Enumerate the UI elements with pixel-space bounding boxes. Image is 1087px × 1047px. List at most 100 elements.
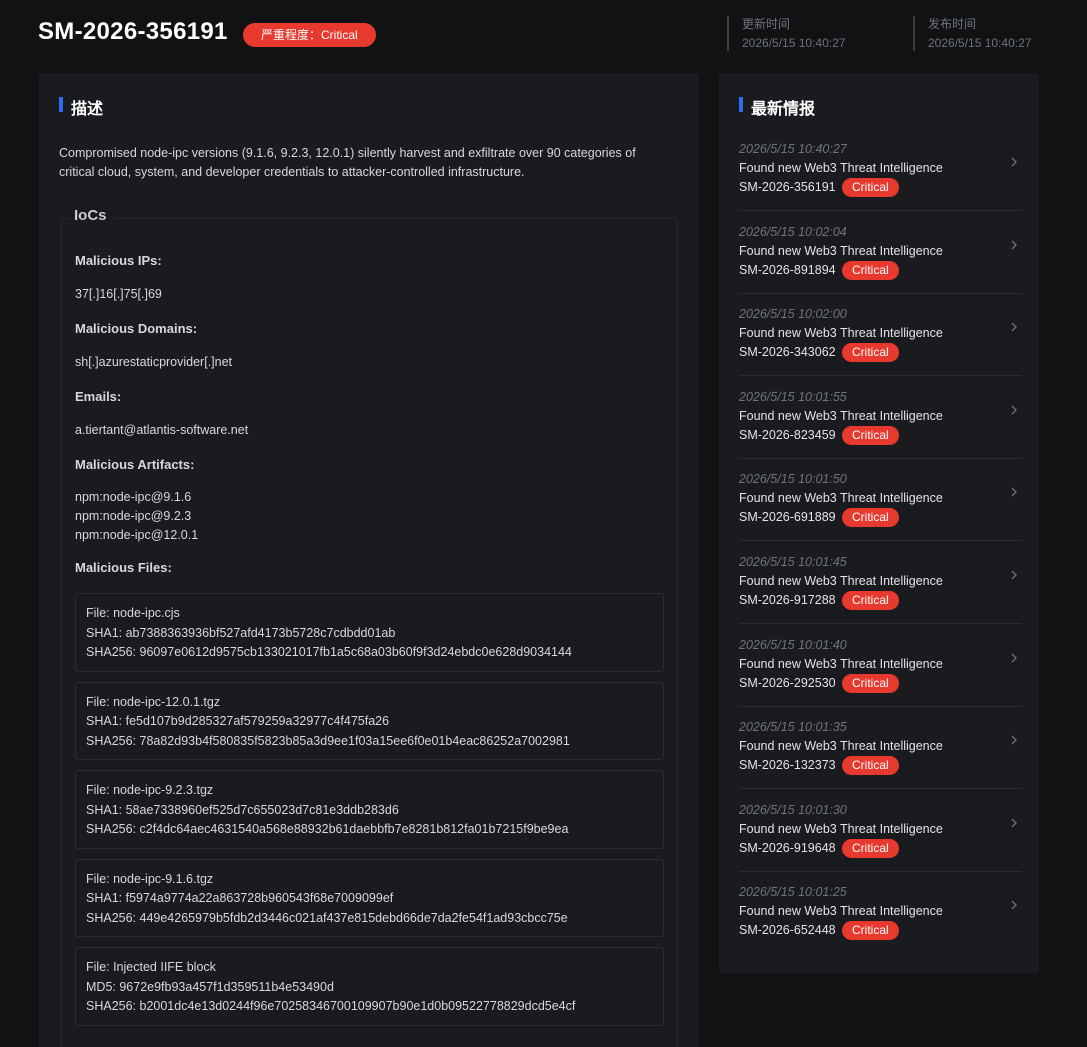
latest-item-text: Found new Web3 Threat Intelligence <box>739 491 943 506</box>
chevron-right-icon[interactable] <box>1008 404 1020 416</box>
updated-time: 更新时间 2026/5/15 10:40:27 <box>727 16 845 51</box>
latest-item-text: Found new Web3 Threat Intelligence <box>739 161 943 175</box>
chevron-right-icon[interactable] <box>1008 652 1020 664</box>
latest-item-badge: Critical <box>842 838 899 858</box>
file-hash[interactable]: SHA1: fe5d107b9d285327af579259a32977c4f4… <box>86 712 653 732</box>
file-card: File: node-ipc-9.2.3.tgz SHA1: 58ae73389… <box>75 770 664 849</box>
file-card: File: node-ipc-9.1.6.tgz SHA1: f5974a977… <box>75 858 664 937</box>
chevron-right-icon[interactable] <box>1008 239 1020 251</box>
file-hash[interactable]: MD5: 9672e9fb93a457f1d359511b4e53490d <box>86 978 653 998</box>
file-hash[interactable]: SHA256: 96097e0612d9575cb133021017fb1a5c… <box>86 643 653 663</box>
latest-item[interactable]: 2026/5/15 10:01:25 Found new Web3 Threat … <box>739 871 1022 954</box>
latest-item[interactable]: 2026/5/15 10:40:27 Found new Web3 Threat … <box>739 128 1022 211</box>
file-name: File: node-ipc.cjs <box>86 606 180 620</box>
file-card: File: node-ipc-12.0.1.tgz SHA1: fe5d107b… <box>75 681 664 760</box>
latest-item-badge: Critical <box>842 178 899 197</box>
description-text: Compromised node-ipc versions (9.1.6, 9.… <box>59 146 636 179</box>
latest-item-badge: Critical <box>842 260 899 280</box>
artifact-item[interactable]: npm:node-ipc@9.2.3 <box>75 507 665 526</box>
latest-item-time: 2026/5/15 10:01:25 <box>739 885 847 900</box>
latest-item-badge: Critical <box>842 591 899 610</box>
severity-value: Critical <box>321 28 358 42</box>
file-hash[interactable]: SHA1: f5974a9774a22a863728b960543f68e700… <box>86 889 653 909</box>
latest-item[interactable]: 2026/5/15 10:02:04 Found new Web3 Threat … <box>739 211 1022 294</box>
latest-item-id: SM-2026-891894 <box>739 262 836 277</box>
file-hash[interactable]: SHA1: 58ae7338960ef525d7c655023d7c81e3dd… <box>86 801 653 821</box>
latest-item[interactable]: 2026/5/15 10:01:45 Found new Web3 Threat … <box>739 541 1022 624</box>
latest-item-id: SM-2026-292530 <box>739 675 836 690</box>
severity-label: 严重程度： <box>261 28 322 42</box>
latest-item-time: 2026/5/15 10:01:40 <box>739 637 847 652</box>
latest-item-text: Found new Web3 Threat Intelligence <box>739 739 943 754</box>
artifacts-list: npm:node-ipc@9.1.6 npm:node-ipc@9.2.3 np… <box>75 488 665 545</box>
file-card: File: node-ipc.cjs SHA1: ab7388363936bf5… <box>75 593 664 672</box>
chevron-right-icon[interactable] <box>1008 817 1020 829</box>
latest-intel-panel: 最新情报 2026/5/15 10:40:27 Found new Web3 Th… <box>719 73 1039 973</box>
chevron-right-icon[interactable] <box>1008 569 1020 581</box>
artifacts-label: Malicious Artifacts: <box>75 457 195 472</box>
latest-item[interactable]: 2026/5/15 10:02:00 Found new Web3 Threat … <box>739 293 1022 377</box>
chevron-right-icon[interactable] <box>1008 486 1020 498</box>
published-value: 2026/5/15 10:40:27 <box>928 36 1032 50</box>
malicious-ips-value[interactable]: 37[.]16[.]75[.]69 <box>75 285 665 304</box>
latest-item[interactable]: 2026/5/15 10:01:40 Found new Web3 Threat … <box>739 624 1022 707</box>
latest-item-badge: Critical <box>842 673 899 693</box>
iocs-content: Malicious IPs: 37[.]16[.]75[.]69 Malicio… <box>75 243 665 1036</box>
latest-heading: 最新情报 <box>739 95 815 119</box>
updated-label: 更新时间 <box>742 17 791 31</box>
latest-item-time: 2026/5/15 10:01:55 <box>739 389 847 404</box>
latest-item-text: Found new Web3 Threat Intelligence <box>739 904 943 919</box>
latest-item-badge: Critical <box>842 921 899 941</box>
latest-item-time: 2026/5/15 10:01:30 <box>739 802 847 817</box>
published-time: 发布时间 2026/5/15 10:40:27 <box>913 16 1031 51</box>
files-list: File: node-ipc.cjs SHA1: ab7388363936bf5… <box>75 593 665 1026</box>
emails-value[interactable]: a.tiertant@atlantis-software.net <box>75 421 665 440</box>
latest-item-id: SM-2026-132373 <box>739 758 836 773</box>
file-hash[interactable]: SHA256: c2f4dc64aec4631540a568e88932b61d… <box>86 820 653 840</box>
latest-item-text: Found new Web3 Threat Intelligence <box>739 574 943 588</box>
file-card: File: Injected IIFE block MD5: 9672e9fb9… <box>75 947 664 1026</box>
latest-item-text: Found new Web3 Threat Intelligence <box>739 243 943 258</box>
latest-item-badge: Critical <box>842 425 899 445</box>
latest-item[interactable]: 2026/5/15 10:01:50 Found new Web3 Threat … <box>739 458 1022 542</box>
latest-item-time: 2026/5/15 10:02:04 <box>739 224 847 239</box>
latest-item-id: SM-2026-917288 <box>739 593 836 607</box>
latest-item-time: 2026/5/15 10:02:00 <box>739 307 847 322</box>
latest-item-id: SM-2026-652448 <box>739 923 836 938</box>
file-hash[interactable]: SHA256: 449e4265979b5fdb2d3446c021af437e… <box>86 909 653 929</box>
iocs-section: IoCs Malicious IPs: 37[.]16[.]75[.]69 Ma… <box>61 207 678 1047</box>
latest-item-time: 2026/5/15 10:01:50 <box>739 472 847 487</box>
artifact-item[interactable]: npm:node-ipc@12.0.1 <box>75 526 665 545</box>
latest-item-id: SM-2026-691889 <box>739 510 836 525</box>
latest-item-time: 2026/5/15 10:01:45 <box>739 555 847 569</box>
latest-item-badge: Critical <box>842 508 899 528</box>
latest-item[interactable]: 2026/5/15 10:01:35 Found new Web3 Threat … <box>739 706 1022 790</box>
description-heading: 描述 <box>59 95 103 119</box>
file-name: File: node-ipc-9.2.3.tgz <box>86 783 214 797</box>
latest-item-text: Found new Web3 Threat Intelligence <box>739 326 943 341</box>
latest-item-time: 2026/5/15 10:40:27 <box>739 142 847 156</box>
severity-badge: 严重程度：Critical <box>243 23 376 47</box>
artifact-item[interactable]: npm:node-ipc@9.1.6 <box>75 488 665 507</box>
chevron-right-icon[interactable] <box>1008 156 1020 168</box>
chevron-right-icon[interactable] <box>1008 734 1020 746</box>
file-hash[interactable]: SHA256: 78a82d93b4f580835f5823b85a3d9ee1… <box>86 732 653 752</box>
latest-item[interactable]: 2026/5/15 10:01:55 Found new Web3 Threat … <box>739 376 1022 459</box>
malicious-domains-label: Malicious Domains: <box>75 321 198 336</box>
page-title: SM-2026-356191 <box>38 18 228 45</box>
file-hash[interactable]: SHA1: ab7388363936bf527afd4173b5728c7cdb… <box>86 624 653 644</box>
updated-value: 2026/5/15 10:40:27 <box>742 36 846 50</box>
latest-item-time: 2026/5/15 10:01:35 <box>739 720 847 735</box>
page-header: SM-2026-356191 严重程度：Critical 更新时间 2026/5… <box>0 0 1087 68</box>
chevron-right-icon[interactable] <box>1008 899 1020 911</box>
malicious-domains-value[interactable]: sh[.]azurestaticprovider[.]net <box>75 353 665 372</box>
latest-item-id: SM-2026-343062 <box>739 345 836 360</box>
malicious-ips-label: Malicious IPs: <box>75 253 162 268</box>
file-name: File: node-ipc-9.1.6.tgz <box>86 871 214 886</box>
latest-item[interactable]: 2026/5/15 10:01:30 Found new Web3 Threat … <box>739 789 1022 872</box>
latest-item-id: SM-2026-823459 <box>739 427 836 442</box>
emails-label: Emails: <box>75 389 122 404</box>
chevron-right-icon[interactable] <box>1008 321 1020 333</box>
file-hash[interactable]: SHA256: b2001dc4e13d0244f96e702583467001… <box>86 997 653 1017</box>
files-label: Malicious Files: <box>75 560 172 575</box>
